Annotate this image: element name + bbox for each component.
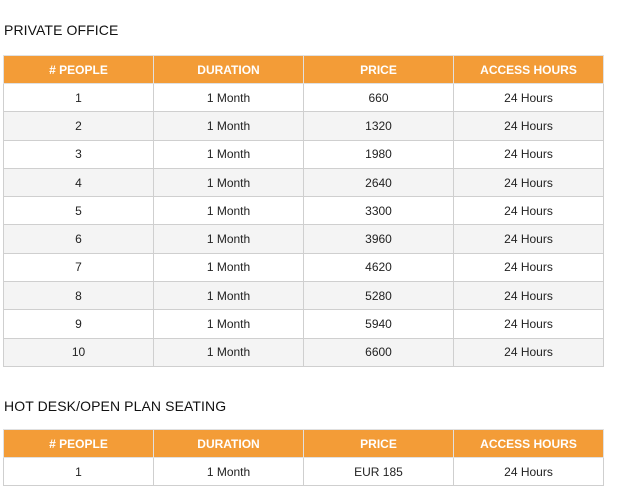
cell-price: 3300	[303, 196, 454, 226]
cell-price: 5940	[303, 309, 454, 339]
cell-duration: 1 Month	[153, 167, 304, 198]
cell-access-hours: 24 Hours	[453, 337, 604, 367]
hot-desk-table: # PEOPLE DURATION PRICE ACCESS HOURS 1 1…	[3, 429, 604, 486]
cell-duration: 1 Month	[153, 139, 304, 169]
column-header-duration: DURATION	[153, 429, 304, 458]
cell-price: 1320	[303, 111, 454, 141]
cell-access-hours: 24 Hours	[453, 111, 604, 141]
table-row: 9 1 Month 5940 24 Hours	[3, 309, 604, 339]
cell-access-hours: 24 Hours	[453, 281, 604, 311]
table-row: 1 1 Month EUR 185 24 Hours	[3, 457, 604, 486]
private-office-table: # PEOPLE DURATION PRICE ACCESS HOURS 1 1…	[3, 55, 604, 367]
cell-duration: 1 Month	[153, 196, 304, 226]
column-header-duration: DURATION	[153, 55, 304, 84]
table-row: 8 1 Month 5280 24 Hours	[3, 281, 604, 311]
cell-duration: 1 Month	[153, 111, 304, 141]
cell-duration: 1 Month	[153, 309, 304, 339]
cell-price: 6600	[303, 337, 454, 367]
cell-people: 7	[3, 252, 154, 283]
cell-people: 9	[3, 309, 154, 339]
cell-people: 2	[3, 111, 154, 141]
cell-price: 3960	[303, 224, 454, 254]
table-row: 4 1 Month 2640 24 Hours	[3, 167, 604, 198]
table-row: 3 1 Month 1980 24 Hours	[3, 139, 604, 169]
cell-people: 10	[3, 337, 154, 367]
table-row: 6 1 Month 3960 24 Hours	[3, 224, 604, 254]
cell-price: 5280	[303, 281, 454, 311]
private-office-title: PRIVATE OFFICE	[4, 22, 119, 38]
table-header-row: # PEOPLE DURATION PRICE ACCESS HOURS	[3, 429, 604, 458]
cell-price: 660	[303, 82, 454, 113]
cell-price: 2640	[303, 167, 454, 198]
cell-duration: 1 Month	[153, 281, 304, 311]
cell-access-hours: 24 Hours	[453, 82, 604, 113]
table-row: 1 1 Month 660 24 Hours	[3, 82, 604, 113]
cell-duration: 1 Month	[153, 252, 304, 283]
cell-price: 4620	[303, 252, 454, 283]
table-header-row: # PEOPLE DURATION PRICE ACCESS HOURS	[3, 55, 604, 84]
cell-access-hours: 24 Hours	[453, 252, 604, 283]
hot-desk-title: HOT DESK/OPEN PLAN SEATING	[4, 398, 227, 414]
cell-duration: 1 Month	[153, 82, 304, 113]
cell-access-hours: 24 Hours	[453, 309, 604, 339]
column-header-access-hours: ACCESS HOURS	[453, 55, 604, 84]
column-header-access-hours: ACCESS HOURS	[453, 429, 604, 458]
cell-access-hours: 24 Hours	[453, 196, 604, 226]
cell-price: 1980	[303, 139, 454, 169]
table-row: 7 1 Month 4620 24 Hours	[3, 252, 604, 283]
table-row: 10 1 Month 6600 24 Hours	[3, 337, 604, 367]
cell-people: 4	[3, 167, 154, 198]
cell-people: 1	[3, 457, 154, 486]
column-header-price: PRICE	[303, 429, 454, 458]
cell-people: 5	[3, 196, 154, 226]
table-row: 5 1 Month 3300 24 Hours	[3, 196, 604, 226]
cell-people: 8	[3, 281, 154, 311]
column-header-people: # PEOPLE	[3, 429, 154, 458]
cell-people: 3	[3, 139, 154, 169]
cell-access-hours: 24 Hours	[453, 457, 604, 486]
cell-access-hours: 24 Hours	[453, 224, 604, 254]
cell-price: EUR 185	[303, 457, 454, 486]
column-header-people: # PEOPLE	[3, 55, 154, 84]
column-header-price: PRICE	[303, 55, 454, 84]
cell-people: 1	[3, 82, 154, 113]
cell-people: 6	[3, 224, 154, 254]
cell-duration: 1 Month	[153, 457, 304, 486]
cell-duration: 1 Month	[153, 337, 304, 367]
cell-access-hours: 24 Hours	[453, 167, 604, 198]
cell-access-hours: 24 Hours	[453, 139, 604, 169]
table-row: 2 1 Month 1320 24 Hours	[3, 111, 604, 141]
cell-duration: 1 Month	[153, 224, 304, 254]
